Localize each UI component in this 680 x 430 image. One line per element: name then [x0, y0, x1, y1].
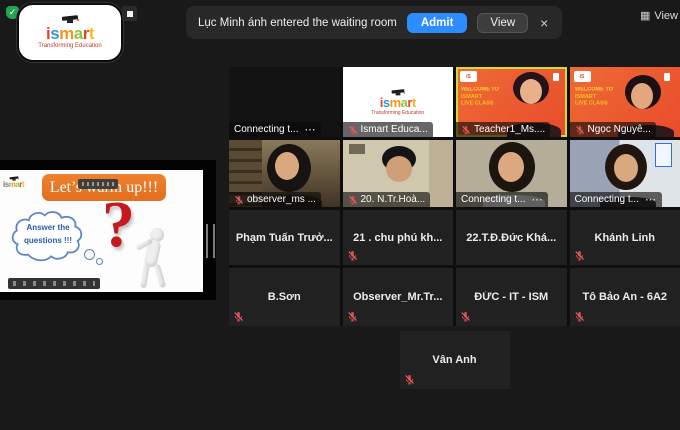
- waiting-room-notification: Lục Minh ánh entered the waiting room Ad…: [186, 6, 562, 39]
- mic-muted-icon: [347, 250, 358, 261]
- participant-tile[interactable]: 21 . chu phú kh...: [343, 210, 454, 265]
- participant-label: 20. N.Tr.Hoà...: [343, 192, 431, 207]
- participant-name: 21 . chu phú kh...: [347, 232, 449, 244]
- admit-button[interactable]: Admit: [407, 13, 468, 33]
- ismart-logo: ismart Transforming Education: [371, 89, 424, 116]
- self-video-thumbnail[interactable]: ismart Transforming Education: [17, 3, 123, 62]
- welcome-badge: iS: [460, 71, 477, 82]
- slide-ismart-logo: ismart: [3, 175, 24, 189]
- grid-view-icon: ▦: [640, 9, 650, 22]
- participant-tile[interactable]: Connecting t... ⋯: [456, 140, 567, 207]
- welcome-text: WELCOME TOISMARTLIVE CLASS: [461, 87, 499, 108]
- zoom-meeting-window: { "topbar": { "view_label": "View", "enc…: [0, 0, 680, 430]
- ismart-logo: ismart: [46, 25, 94, 42]
- participant-tile[interactable]: 20. N.Tr.Hoà...: [343, 140, 454, 207]
- participant-tile-active-speaker[interactable]: iS WELCOME TOISMARTLIVE CLASS Teacher1_M…: [456, 67, 567, 137]
- participant-label: observer_ms ...: [229, 192, 321, 207]
- participant-label: Ismart Educa...: [343, 122, 433, 137]
- mic-muted-icon: [461, 125, 471, 135]
- bubble-line-2: questions !!!: [16, 235, 80, 248]
- participant-grid: Connecting t... ⋯ ismart Transforming Ed…: [229, 67, 680, 326]
- mic-muted-icon: [348, 195, 358, 205]
- screen-share-region: ismart Let’s warm up!!! Answer the quest…: [0, 160, 216, 300]
- participant-tile[interactable]: Tô Bảo An - 6A2: [570, 268, 680, 326]
- participant-name: Observer_Mr.Tr...: [347, 291, 449, 303]
- view-menu-label: View: [654, 10, 678, 22]
- background-window: [349, 144, 365, 154]
- mic-muted-icon: [233, 311, 244, 322]
- mic-muted-icon: [574, 250, 585, 261]
- participant-label: Connecting t... ⋯: [456, 192, 548, 207]
- mic-muted-icon: [404, 374, 415, 385]
- white-square-icon[interactable]: [122, 6, 137, 21]
- participant-name: 22.T.Đ.Đức Khá...: [460, 232, 562, 244]
- participant-tile[interactable]: Connecting t... ⋯: [570, 140, 680, 207]
- participant-tile[interactable]: Vân Anh: [400, 331, 510, 389]
- participant-label: Connecting t... ⋯: [229, 122, 321, 137]
- participant-name: Phạm Tuấn Trưở...: [233, 232, 335, 244]
- view-waiting-room-button[interactable]: View: [477, 13, 528, 33]
- bubble-trail-dot: [84, 249, 95, 260]
- participant-name: ĐỨC - IT - ISM: [460, 291, 562, 303]
- more-options-icon[interactable]: ⋯: [645, 196, 657, 204]
- participant-tile[interactable]: observer_ms ...: [229, 140, 340, 207]
- participant-name: Khánh Linh: [574, 232, 676, 244]
- welcome-badge: iS: [574, 71, 591, 82]
- close-icon[interactable]: ×: [538, 15, 550, 31]
- participant-tile[interactable]: ismart Transforming Education Ismart Edu…: [343, 67, 454, 137]
- background-door: [429, 140, 453, 207]
- participant-name: B.Sơn: [233, 291, 335, 303]
- decoration: [664, 73, 670, 81]
- participant-grid-last-row: Vân Anh: [229, 331, 680, 389]
- share-resize-handle[interactable]: [206, 224, 215, 258]
- participant-label: Connecting t... ⋯: [570, 192, 662, 207]
- view-menu-button[interactable]: ▦ View: [638, 7, 680, 24]
- mic-muted-icon: [234, 195, 244, 205]
- participant-tile[interactable]: 22.T.Đ.Đức Khá...: [456, 210, 567, 265]
- graduation-cap-icon: [62, 16, 78, 24]
- participant-label: Ngọc Nguyê...: [570, 122, 656, 137]
- decoration: [553, 73, 559, 81]
- participant-tile[interactable]: Khánh Linh: [570, 210, 680, 265]
- participant-tile[interactable]: Phạm Tuấn Trưở...: [229, 210, 340, 265]
- participant-tile[interactable]: ĐỨC - IT - ISM: [456, 268, 567, 326]
- participant-tile[interactable]: Connecting t... ⋯: [229, 67, 340, 137]
- more-options-icon[interactable]: ⋯: [304, 126, 316, 134]
- thought-bubble: Answer the questions !!!: [8, 208, 88, 266]
- notification-message: Lục Minh ánh entered the waiting room: [198, 17, 397, 29]
- participant-name: Vân Anh: [404, 354, 505, 366]
- mic-muted-icon: [347, 311, 358, 322]
- question-mark-graphic: ?: [102, 192, 135, 258]
- welcome-text: WELCOME TOISMARTLIVE CLASS: [575, 87, 613, 108]
- participant-name: Tô Bảo An - 6A2: [574, 291, 676, 303]
- participant-tile[interactable]: Observer_Mr.Tr...: [343, 268, 454, 326]
- mic-muted-icon: [575, 125, 585, 135]
- more-options-icon[interactable]: ⋯: [531, 196, 543, 204]
- logo-tagline: Transforming Education: [38, 43, 101, 49]
- participant-tile[interactable]: B.Sơn: [229, 268, 340, 326]
- background-poster: [655, 143, 672, 167]
- mic-muted-icon: [574, 311, 585, 322]
- mic-muted-icon: [460, 311, 471, 322]
- slide-controls-toolbar: [8, 278, 100, 289]
- bubble-line-1: Answer the: [16, 222, 80, 235]
- mic-muted-icon: [348, 125, 358, 135]
- shared-slide: ismart Let’s warm up!!! Answer the quest…: [0, 170, 203, 292]
- participant-label: Teacher1_Ms....: [456, 122, 550, 137]
- participant-tile[interactable]: iS WELCOME TOISMARTLIVE CLASS Ngọc Nguyê…: [570, 67, 680, 137]
